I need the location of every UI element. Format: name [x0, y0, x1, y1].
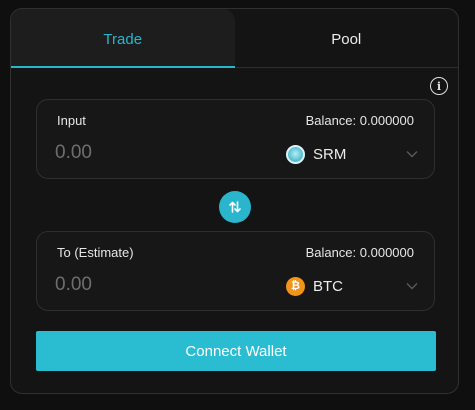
- input-balance: Balance: 0.000000: [305, 113, 414, 128]
- output-amount-field[interactable]: [55, 272, 255, 298]
- output-token-select[interactable]: ₿ BTC: [286, 273, 418, 299]
- output-token-symbol: BTC: [313, 277, 343, 295]
- srm-coin-icon: [286, 144, 305, 164]
- input-label: Input: [57, 113, 86, 128]
- swap-direction-button[interactable]: [219, 191, 251, 223]
- swap-card: Trade Pool i Input Balance: 0.000000 SRM…: [10, 8, 459, 394]
- chevron-down-icon: [406, 283, 418, 290]
- input-amount-field[interactable]: [55, 140, 255, 166]
- btc-coin-icon: ₿: [286, 276, 305, 296]
- swap-arrows-icon: [229, 201, 241, 213]
- input-panel: Input Balance: 0.000000 SRM: [36, 99, 435, 179]
- connect-wallet-button[interactable]: Connect Wallet: [36, 331, 436, 371]
- tab-bar: Trade Pool: [11, 9, 458, 68]
- info-icon[interactable]: i: [430, 77, 448, 95]
- tab-pool[interactable]: Pool: [235, 9, 459, 67]
- input-token-select[interactable]: SRM: [286, 141, 418, 167]
- output-label: To (Estimate): [57, 245, 134, 260]
- output-balance: Balance: 0.000000: [305, 245, 414, 260]
- tab-trade[interactable]: Trade: [11, 9, 235, 68]
- input-token-symbol: SRM: [313, 145, 347, 163]
- chevron-down-icon: [406, 151, 418, 158]
- output-panel: To (Estimate) Balance: 0.000000 ₿ BTC: [36, 231, 435, 311]
